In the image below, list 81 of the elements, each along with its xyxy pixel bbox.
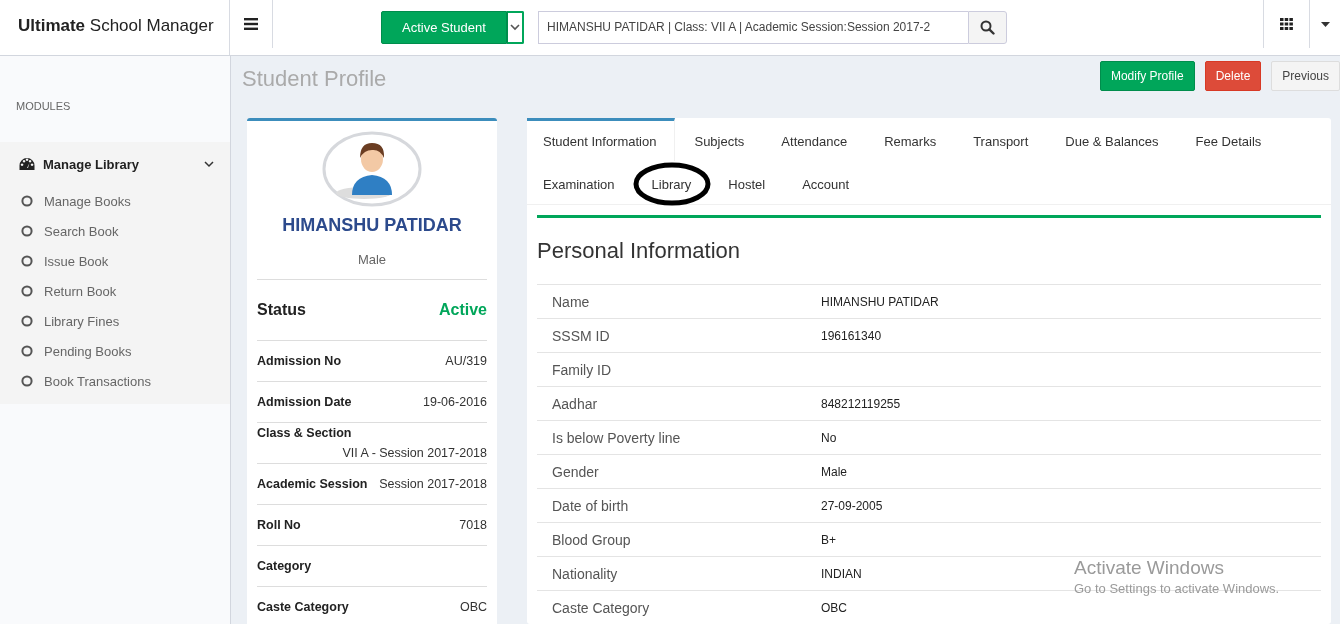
field-value: 19-06-2016 bbox=[423, 395, 487, 409]
apps-grid-icon[interactable] bbox=[1280, 18, 1293, 30]
field-label: Admission No bbox=[257, 354, 342, 368]
table-cell: INDIAN bbox=[821, 566, 862, 581]
table-cell: 196161340 bbox=[821, 328, 882, 343]
table-cell: Male bbox=[821, 464, 847, 479]
table-cell-text: SSSM ID bbox=[552, 327, 611, 344]
nav-item[interactable]: Manage Books bbox=[0, 186, 230, 216]
field-label: Category bbox=[257, 559, 312, 573]
section-title: Personal Information bbox=[537, 238, 741, 264]
nav-group-label: Manage Library bbox=[43, 156, 141, 172]
dropdown-button[interactable] bbox=[507, 11, 524, 44]
field-value: OBC bbox=[459, 600, 487, 614]
menu-icon[interactable] bbox=[244, 18, 258, 30]
nav-item[interactable]: Return Book bbox=[0, 276, 230, 306]
field-value: VII A - Session 2017-2018 bbox=[342, 446, 487, 460]
nav-item[interactable]: Book Transactions bbox=[0, 366, 230, 396]
table-cell: B+ bbox=[821, 532, 836, 547]
tab[interactable]: Subjects bbox=[678, 118, 763, 161]
tab[interactable]: Student Information bbox=[527, 118, 676, 161]
tab[interactable]: Hostel bbox=[712, 161, 784, 204]
nav-item[interactable]: Library Fines bbox=[0, 306, 230, 336]
student-gender: Male bbox=[257, 252, 487, 280]
table-cell-text: Date of birth bbox=[552, 497, 630, 514]
tab[interactable]: Library bbox=[635, 161, 710, 204]
table-cell-text: Is below Poverty line bbox=[552, 429, 682, 446]
nav-item[interactable]: Pending Books bbox=[0, 336, 230, 366]
app-brand: Ultimate School Manager bbox=[0, 0, 230, 55]
status-label: Status bbox=[257, 301, 306, 319]
field-value: Session 2017-2018 bbox=[379, 477, 487, 491]
table-cell-text: Family ID bbox=[552, 361, 613, 378]
tab[interactable]: Due & Balances bbox=[1049, 118, 1177, 161]
student-name: HIMANSHU PATIDAR bbox=[281, 215, 463, 236]
tab[interactable]: Fee Details bbox=[1179, 118, 1280, 161]
watermark-text: Go to Settings to activate Windows. bbox=[1074, 581, 1280, 596]
tab[interactable]: Remarks bbox=[868, 118, 955, 161]
table-cell-text: Name bbox=[552, 293, 591, 310]
circle-icon bbox=[21, 195, 33, 207]
search-icon bbox=[980, 20, 995, 35]
circle-icon bbox=[21, 375, 33, 387]
circle-icon bbox=[21, 315, 33, 327]
field-label: Roll No bbox=[257, 518, 301, 532]
circle-icon bbox=[21, 255, 33, 267]
table-cell-text: Caste Category bbox=[552, 599, 651, 616]
circle-icon bbox=[21, 345, 33, 357]
field-label: Academic Session bbox=[257, 477, 368, 491]
table-cell: No bbox=[821, 430, 837, 445]
tab[interactable]: Transport bbox=[957, 118, 1047, 161]
field-label: Caste Category bbox=[257, 600, 349, 614]
page-title: Student Profile bbox=[242, 66, 388, 92]
watermark-title: Activate Windows bbox=[1074, 557, 1225, 579]
table-cell: 848212119255 bbox=[821, 396, 901, 411]
table-cell: 27-09-2005 bbox=[821, 498, 883, 513]
nav-item[interactable]: Issue Book bbox=[0, 246, 230, 276]
field-value: 7018 bbox=[459, 518, 487, 532]
dashboard-icon bbox=[19, 157, 35, 171]
tab[interactable]: Attendance bbox=[765, 118, 866, 161]
search-button[interactable] bbox=[968, 11, 1007, 44]
field-label: Class & Section bbox=[257, 426, 352, 440]
nav-item[interactable]: Search Book bbox=[0, 216, 230, 246]
table-cell-text: Blood Group bbox=[552, 531, 632, 548]
circle-icon bbox=[21, 285, 33, 297]
tab[interactable]: Account bbox=[786, 161, 868, 204]
search-field[interactable]: HIMANSHU PATIDAR | Class: VII A | Academic Session:Session 2017-2 bbox=[538, 11, 968, 44]
table-cell: HIMANSHU PATIDAR bbox=[821, 294, 939, 309]
chevron-icon bbox=[204, 160, 214, 168]
caret-icon bbox=[510, 24, 520, 31]
field-label: Admission Date bbox=[257, 395, 352, 409]
section-label: MODULES bbox=[15, 99, 72, 114]
field-value: AU/319 bbox=[445, 354, 487, 368]
table-cell-text: Gender bbox=[552, 463, 600, 480]
nav-group-header[interactable]: Manage Library bbox=[0, 142, 230, 186]
table-cell-text: Aadhar bbox=[552, 395, 599, 412]
table-cell: OBC bbox=[821, 600, 847, 615]
status-value: Active bbox=[438, 301, 487, 319]
tab[interactable]: Examination bbox=[527, 161, 633, 204]
action-button[interactable]: Delete bbox=[1204, 61, 1262, 91]
caret-icon[interactable] bbox=[1320, 21, 1330, 27]
circle-icon bbox=[21, 225, 33, 237]
action-button[interactable]: Previous bbox=[1271, 61, 1340, 91]
table-cell-text: Nationality bbox=[552, 565, 619, 582]
